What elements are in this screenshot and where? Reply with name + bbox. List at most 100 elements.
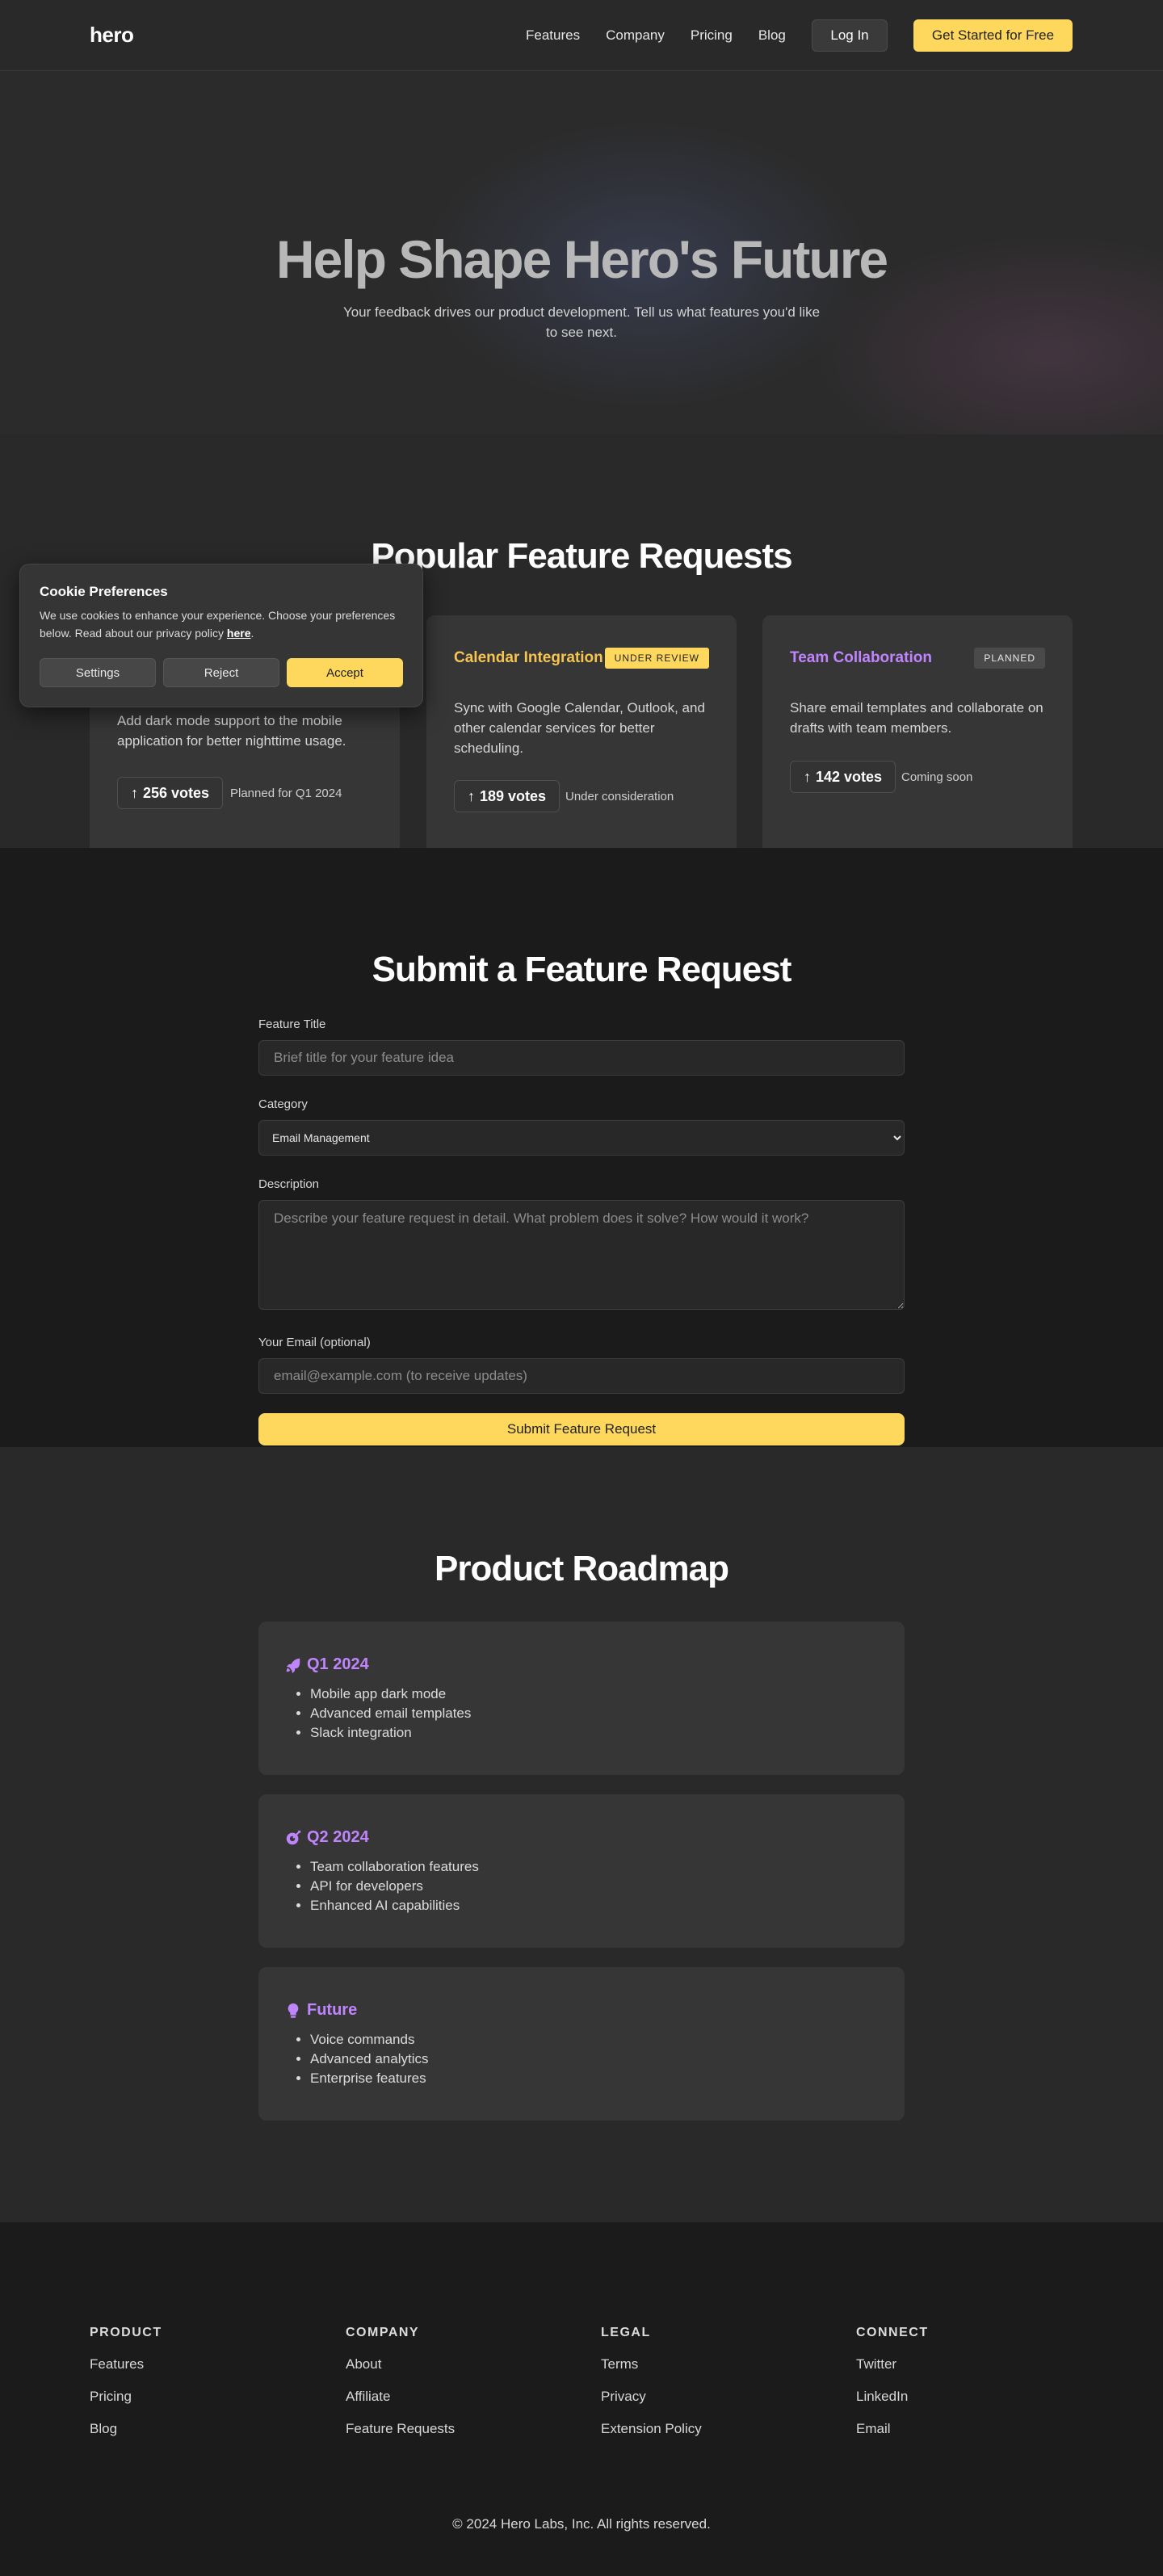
privacy-policy-link[interactable]: here	[227, 627, 251, 640]
feature-title-input[interactable]	[258, 1040, 905, 1076]
cookie-accept-button[interactable]: Accept	[287, 658, 403, 687]
roadmap-period: Q1 2024	[307, 1655, 369, 1673]
footer-link-features[interactable]: Features	[90, 2355, 292, 2373]
nav-link-pricing[interactable]: Pricing	[691, 27, 733, 44]
submit-request-section: Submit a Feature Request Feature Title C…	[0, 848, 1163, 1447]
status-badge: UNDER REVIEW	[604, 648, 709, 669]
cookie-text-body: We use cookies to enhance your experienc…	[40, 609, 396, 640]
roadmap-card: Future Voice commands Advanced analytics…	[258, 1967, 905, 2121]
arrow-up-icon: ↑	[804, 768, 811, 785]
copyright: © 2024 Hero Labs, Inc. All rights reserv…	[452, 2516, 711, 2532]
get-started-button[interactable]: Get Started for Free	[913, 19, 1073, 52]
feature-description: Add dark mode support to the mobile appl…	[117, 713, 346, 749]
roadmap-period: Q2 2024	[307, 1828, 369, 1846]
footer-link-email[interactable]: Email	[856, 2419, 1058, 2438]
roadmap-card: Q1 2024 Mobile app dark mode Advanced em…	[258, 1622, 905, 1775]
vote-count: 189 votes	[480, 787, 547, 804]
hero-section: Help Shape Hero's Future Your feedback d…	[0, 71, 1163, 434]
nav-link-features[interactable]: Features	[526, 27, 580, 44]
roadmap-list: Voice commands Advanced analytics Enterp…	[310, 2030, 428, 2088]
upvote-button[interactable]: ↑ 256 votes	[117, 777, 224, 809]
status-badge: PLANNED	[974, 648, 1045, 669]
description-textarea[interactable]	[258, 1200, 905, 1310]
footer: PRODUCT Features Pricing Blog COMPANY Ab…	[0, 2222, 1163, 2576]
description-label: Description	[258, 1177, 320, 1191]
login-button[interactable]: Log In	[812, 19, 888, 52]
section-title: Submit a Feature Request	[372, 950, 792, 989]
cookie-text: We use cookies to enhance your experienc…	[40, 606, 403, 642]
footer-column-product: PRODUCT Features Pricing Blog	[90, 2326, 292, 2452]
arrow-up-icon: ↑	[131, 784, 138, 801]
nav-link-blog[interactable]: Blog	[758, 27, 786, 44]
feature-card: Team Collaboration PLANNED Share email t…	[762, 615, 1073, 848]
feature-status: Coming soon	[901, 770, 973, 784]
cookie-title: Cookie Preferences	[40, 584, 168, 599]
upvote-button[interactable]: ↑ 189 votes	[454, 780, 561, 812]
footer-link-pricing[interactable]: Pricing	[90, 2387, 292, 2406]
footer-link-about[interactable]: About	[346, 2355, 548, 2373]
roadmap-item: Advanced analytics	[310, 2049, 428, 2069]
roadmap-card: Q2 2024 Team collaboration features API …	[258, 1794, 905, 1948]
roadmap-item: Enterprise features	[310, 2069, 428, 2088]
cookie-banner: Cookie Preferences We use cookies to enh…	[19, 564, 423, 707]
feature-title-label: Feature Title	[258, 1017, 326, 1031]
email-label: Your Email (optional)	[258, 1336, 371, 1349]
roadmap-list: Team collaboration features API for deve…	[310, 1857, 479, 1915]
footer-column-connect: CONNECT Twitter LinkedIn Email	[856, 2326, 1058, 2452]
upvote-button[interactable]: ↑ 142 votes	[790, 761, 896, 793]
footer-column-company: COMPANY About Affiliate Feature Requests	[346, 2326, 548, 2452]
category-select[interactable]: Email Management	[258, 1120, 905, 1156]
submit-request-button[interactable]: Submit Feature Request	[258, 1413, 905, 1445]
roadmap-list: Mobile app dark mode Advanced email temp…	[310, 1684, 471, 1743]
roadmap-item: Voice commands	[310, 2030, 428, 2049]
footer-link-feature-requests[interactable]: Feature Requests	[346, 2419, 548, 2438]
section-title: Product Roadmap	[435, 1549, 729, 1588]
cookie-reject-button[interactable]: Reject	[163, 658, 279, 687]
roadmap-item: Enhanced AI capabilities	[310, 1896, 479, 1915]
footer-link-blog[interactable]: Blog	[90, 2419, 292, 2438]
roadmap-period: Future	[307, 2001, 358, 2019]
cookie-text-end: .	[250, 627, 254, 640]
footer-heading: LEGAL	[601, 2326, 651, 2339]
footer-heading: COMPANY	[346, 2326, 420, 2339]
footer-link-privacy[interactable]: Privacy	[601, 2387, 803, 2406]
lightbulb-icon	[288, 2003, 299, 2018]
cookie-settings-button[interactable]: Settings	[40, 658, 156, 687]
arrow-up-icon: ↑	[468, 787, 475, 804]
hero-title: Help Shape Hero's Future	[275, 229, 888, 289]
roadmap-item: API for developers	[310, 1877, 479, 1896]
logo[interactable]: hero	[90, 23, 134, 48]
vote-count: 142 votes	[816, 768, 883, 785]
email-input[interactable]	[258, 1358, 905, 1394]
target-icon	[286, 1830, 301, 1844]
hero-subtitle: Your feedback drives our product develop…	[342, 304, 821, 340]
feature-card: Calendar Integration UNDER REVIEW Sync w…	[426, 615, 737, 848]
footer-link-terms[interactable]: Terms	[601, 2355, 803, 2373]
roadmap-card-title: Q2 2024	[284, 1828, 369, 1847]
feature-status: Planned for Q1 2024	[230, 787, 342, 800]
category-label: Category	[258, 1097, 308, 1111]
footer-column-legal: LEGAL Terms Privacy Extension Policy	[601, 2326, 803, 2452]
footer-link-extension-policy[interactable]: Extension Policy	[601, 2419, 803, 2438]
vote-count: 256 votes	[143, 784, 210, 801]
feature-title: Team Collaboration	[790, 649, 932, 666]
feature-description: Sync with Google Calendar, Outlook, and …	[454, 700, 705, 756]
roadmap-card-title: Q1 2024	[284, 1655, 369, 1674]
roadmap-card-title: Future	[284, 2001, 357, 2020]
roadmap-section: Product Roadmap Q1 2024 Mobile app dark …	[0, 1447, 1163, 2222]
roadmap-item: Slack integration	[310, 1723, 471, 1743]
feature-description: Share email templates and collaborate on…	[790, 700, 1043, 736]
roadmap-item: Advanced email templates	[310, 1704, 471, 1723]
roadmap-item: Mobile app dark mode	[310, 1684, 471, 1704]
nav-links: Features Company Pricing Blog	[526, 27, 786, 44]
footer-heading: CONNECT	[856, 2326, 929, 2339]
rocket-icon	[286, 1658, 300, 1673]
nav-link-company[interactable]: Company	[606, 27, 665, 44]
feature-title: Calendar Integration	[454, 649, 603, 666]
top-nav: hero Features Company Pricing Blog Log I…	[0, 0, 1163, 71]
feature-status: Under consideration	[565, 790, 674, 803]
footer-link-twitter[interactable]: Twitter	[856, 2355, 1058, 2373]
roadmap-item: Team collaboration features	[310, 1857, 479, 1877]
footer-link-linkedin[interactable]: LinkedIn	[856, 2387, 1058, 2406]
footer-link-affiliate[interactable]: Affiliate	[346, 2387, 548, 2406]
